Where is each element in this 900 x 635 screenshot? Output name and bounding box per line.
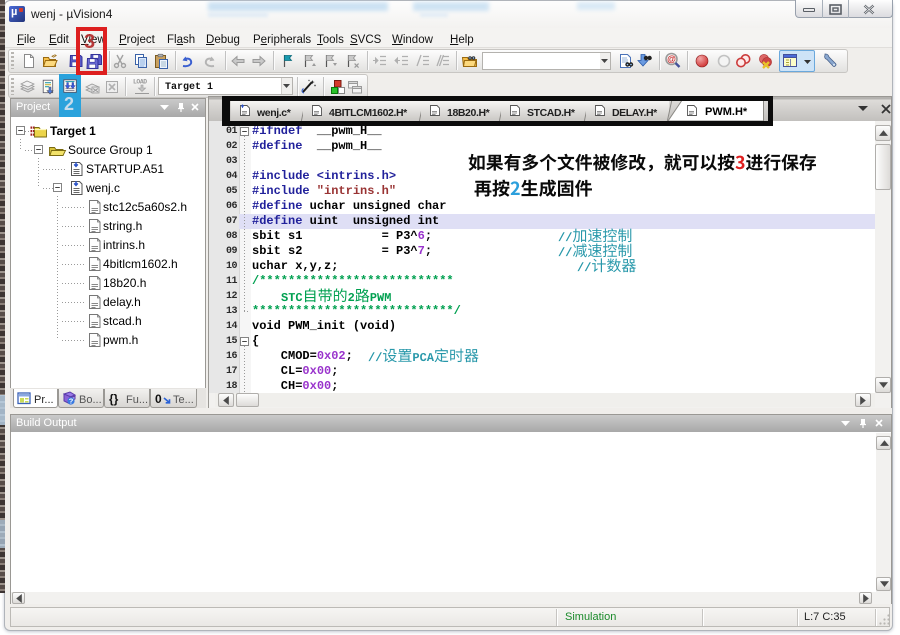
svg-text:?: ?: [69, 397, 74, 406]
svg-text:LOAD: LOAD: [133, 79, 147, 86]
svg-text:@: @: [667, 54, 676, 64]
